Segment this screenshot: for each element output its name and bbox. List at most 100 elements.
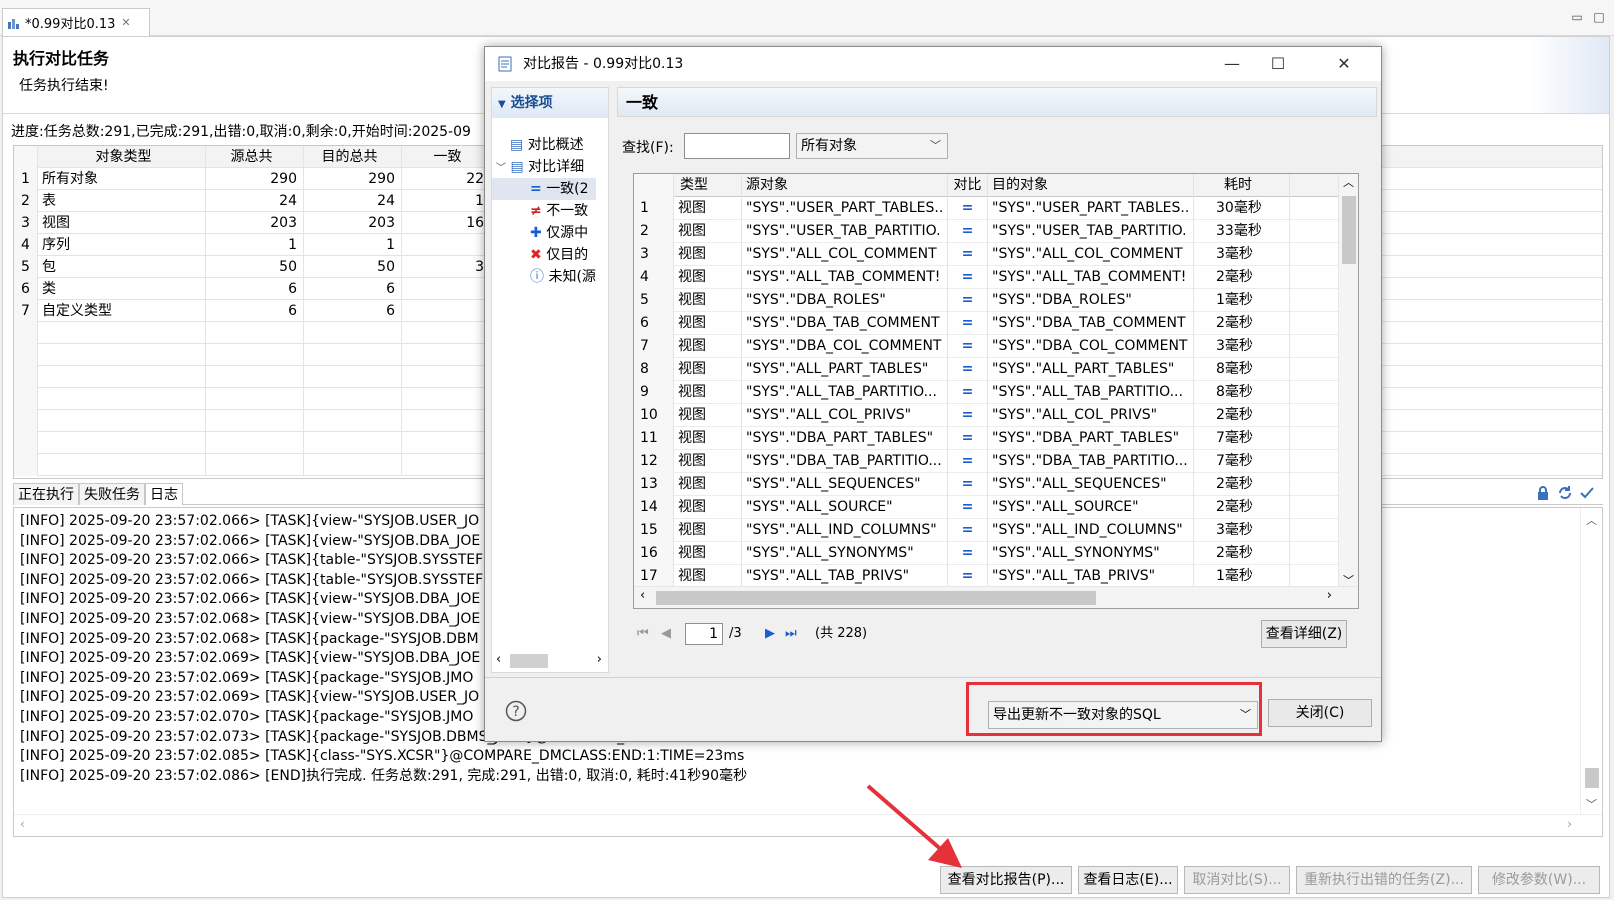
scroll-left-icon[interactable]: ‹ [20, 817, 25, 831]
find-input[interactable] [684, 133, 790, 159]
next-page-icon[interactable]: ▶ [765, 623, 775, 645]
modify-params-button[interactable]: 修改参数(W)... [1478, 866, 1600, 894]
scroll-right-icon[interactable]: › [1327, 588, 1332, 603]
table-row[interactable]: 16 视图 "SYS"."ALL_SYNONYMS" = "SYS"."ALL_SYNO… [634, 542, 1338, 565]
nav-item-same[interactable]: = 一致(2 [492, 178, 596, 200]
nav-horizontal-scrollbar[interactable]: ‹ › [492, 650, 608, 672]
progress-text: 进度:任务总数:291,已完成:291,出错:0,取消:0,剩余:0,开始时间:… [11, 124, 471, 140]
clear-log-icon[interactable] [1579, 485, 1595, 501]
tab-log[interactable]: 日志 [145, 483, 183, 505]
table-row[interactable]: 13 视图 "SYS"."ALL_SEQUENCES" = "SYS"."ALL_SEQ… [634, 473, 1338, 496]
header-compare[interactable]: 对比 [948, 174, 988, 197]
detail-horizontal-scrollbar[interactable]: ‹ › [634, 586, 1358, 608]
header-time[interactable]: 耗时 [1194, 174, 1290, 197]
cell-src [206, 388, 304, 410]
cell-dst: 24 [304, 190, 402, 212]
table-row[interactable]: 8 视图 "SYS"."ALL_PART_TABLES" = "SYS"."ALL_PA… [634, 358, 1338, 381]
detail-vscroll-thumb[interactable] [1342, 196, 1356, 264]
log-scroll-thumb[interactable] [1585, 768, 1599, 788]
cell-compare: = [948, 220, 988, 243]
nav-scroll-thumb[interactable] [510, 654, 548, 668]
table-row[interactable]: 9 视图 "SYS"."ALL_TAB_PARTITIO... = "SYS"."ALL… [634, 381, 1338, 404]
scroll-up-icon[interactable]: ︿ [1343, 174, 1354, 190]
cell-time: 3毫秒 [1194, 243, 1290, 266]
maximize-icon[interactable]: □ [1592, 10, 1606, 24]
object-filter-select[interactable]: 所有对象 ﹀ [796, 133, 948, 159]
cell-target: "SYS"."ALL_COL_PRIVS" [988, 404, 1194, 427]
nav-header[interactable]: ▼ 选择项 [492, 88, 608, 118]
table-row[interactable]: 2 视图 "SYS"."USER_TAB_PARTITIO. = "SYS"."USER… [634, 220, 1338, 243]
scroll-right-icon[interactable]: › [597, 652, 602, 667]
close-tab-icon[interactable]: ✕ [121, 16, 130, 29]
cell-time: 3毫秒 [1194, 335, 1290, 358]
scroll-left-icon[interactable]: ‹ [640, 588, 645, 603]
last-page-icon[interactable]: ⏭ [785, 623, 797, 645]
prev-page-icon[interactable]: ◀ [661, 623, 671, 645]
table-row[interactable]: 17 视图 "SYS"."ALL_TAB_PRIVS" = "SYS"."ALL_TAB… [634, 565, 1338, 588]
tab-failed[interactable]: 失败任务 [79, 483, 145, 505]
table-row[interactable]: 12 视图 "SYS"."DBA_TAB_PARTITIO... = "SYS"."DB… [634, 450, 1338, 473]
detail-hscroll-thumb[interactable] [656, 591, 1096, 605]
cell-source: "SYS"."ALL_SYNONYMS" [742, 542, 948, 565]
table-row[interactable]: 1 视图 "SYS"."USER_PART_TABLES.. = "SYS"."USER… [634, 197, 1338, 220]
table-row[interactable]: 10 视图 "SYS"."ALL_COL_PRIVS" = "SYS"."ALL_COL… [634, 404, 1338, 427]
dialog-maximize-icon[interactable]: ☐ [1255, 47, 1301, 81]
scroll-right-icon[interactable]: › [1567, 817, 1572, 831]
header-type[interactable]: 类型 [674, 174, 742, 197]
log-horizontal-scrollbar[interactable]: ‹ › [14, 814, 1602, 836]
refresh-icon[interactable] [1557, 485, 1573, 501]
table-row[interactable]: 6 视图 "SYS"."DBA_TAB_COMMENT = "SYS"."DBA_TAB… [634, 312, 1338, 335]
table-row[interactable]: 11 视图 "SYS"."DBA_PART_TABLES" = "SYS"."DBA_P… [634, 427, 1338, 450]
header-source[interactable]: 源对象 [742, 174, 948, 197]
nav-item-unknown[interactable]: ⓘ 未知(源 [530, 266, 596, 288]
row-number: 8 [634, 358, 674, 381]
nav-item-overview[interactable]: ▤ 对比概述 [510, 134, 584, 156]
rerun-failed-button[interactable]: 重新执行出错的任务(Z)... [1296, 866, 1472, 894]
first-page-icon[interactable]: ⏮ [637, 623, 649, 645]
detail-vertical-scrollbar[interactable]: ︿ ﹀ [1338, 174, 1358, 588]
scroll-down-icon[interactable]: ﹀ [1586, 796, 1597, 812]
nav-item-detail[interactable]: ﹀ ▤ 对比详细 [496, 156, 584, 178]
cell-type: 所有对象 [38, 168, 206, 190]
cell-target: "SYS"."DBA_COL_COMMENT [988, 335, 1194, 358]
lock-icon[interactable] [1535, 485, 1551, 501]
close-button[interactable]: 关闭(C) [1268, 699, 1372, 727]
table-row[interactable]: 7 视图 "SYS"."DBA_COL_COMMENT = "SYS"."DBA_COL… [634, 335, 1338, 358]
collapse-icon[interactable]: ▼ [498, 99, 506, 110]
expand-icon[interactable]: ﹀ [496, 163, 506, 174]
editor-tab[interactable]: *0.99对比0.13 ✕ [2, 8, 150, 36]
scroll-left-icon[interactable]: ‹ [496, 652, 501, 667]
nav-item-source-only[interactable]: ✚ 仅源中 [530, 222, 588, 244]
cell-type: 视图 [674, 197, 742, 220]
cancel-compare-button[interactable]: 取消对比(S)... [1184, 866, 1290, 894]
view-report-button[interactable]: 查看对比报告(P)... [940, 866, 1072, 894]
nav-item-different[interactable]: ≠ 不一致 [530, 200, 588, 222]
header-type[interactable]: 对象类型 [38, 146, 206, 168]
table-row[interactable]: 5 视图 "SYS"."DBA_ROLES" = "SYS"."DBA_ROLES" 1毫… [634, 289, 1338, 312]
table-row[interactable]: 15 视图 "SYS"."ALL_IND_COLUMNS" = "SYS"."ALL_I… [634, 519, 1338, 542]
help-icon[interactable]: ? [505, 700, 527, 722]
minimize-icon[interactable]: ▭ [1570, 10, 1584, 24]
table-row[interactable]: 14 视图 "SYS"."ALL_SOURCE" = "SYS"."ALL_SOURCE… [634, 496, 1338, 519]
cell-target: "SYS"."DBA_PART_TABLES" [988, 427, 1194, 450]
nav-item-target-only[interactable]: ✖ 仅目的 [530, 244, 588, 266]
log-vertical-scrollbar[interactable]: ︿ ﹀ [1580, 508, 1602, 814]
cell-target: "SYS"."DBA_ROLES" [988, 289, 1194, 312]
scroll-up-icon[interactable]: ︿ [1586, 512, 1597, 528]
header-dst[interactable]: 目的总共 [304, 146, 402, 168]
cell-time: 2毫秒 [1194, 312, 1290, 335]
cell-time: 2毫秒 [1194, 473, 1290, 496]
dialog-titlebar[interactable]: 对比报告 - 0.99对比0.13 — ☐ ✕ [485, 47, 1381, 81]
page-number-input[interactable]: 1 [685, 623, 723, 645]
export-option-select[interactable]: 导出更新不一致对象的SQL ﹀ [988, 701, 1258, 729]
view-detail-button[interactable]: 查看详细(Z) [1261, 620, 1347, 648]
dialog-minimize-icon[interactable]: — [1209, 47, 1255, 81]
header-src[interactable]: 源总共 [206, 146, 304, 168]
header-target[interactable]: 目的对象 [988, 174, 1194, 197]
dialog-close-icon[interactable]: ✕ [1321, 47, 1367, 81]
tab-running[interactable]: 正在执行 [13, 483, 79, 505]
cell-type: 类 [38, 278, 206, 300]
table-row[interactable]: 4 视图 "SYS"."ALL_TAB_COMMENT! = "SYS"."ALL_TA… [634, 266, 1338, 289]
table-row[interactable]: 3 视图 "SYS"."ALL_COL_COMMENT = "SYS"."ALL_COL… [634, 243, 1338, 266]
view-log-button[interactable]: 查看日志(E)... [1078, 866, 1178, 894]
